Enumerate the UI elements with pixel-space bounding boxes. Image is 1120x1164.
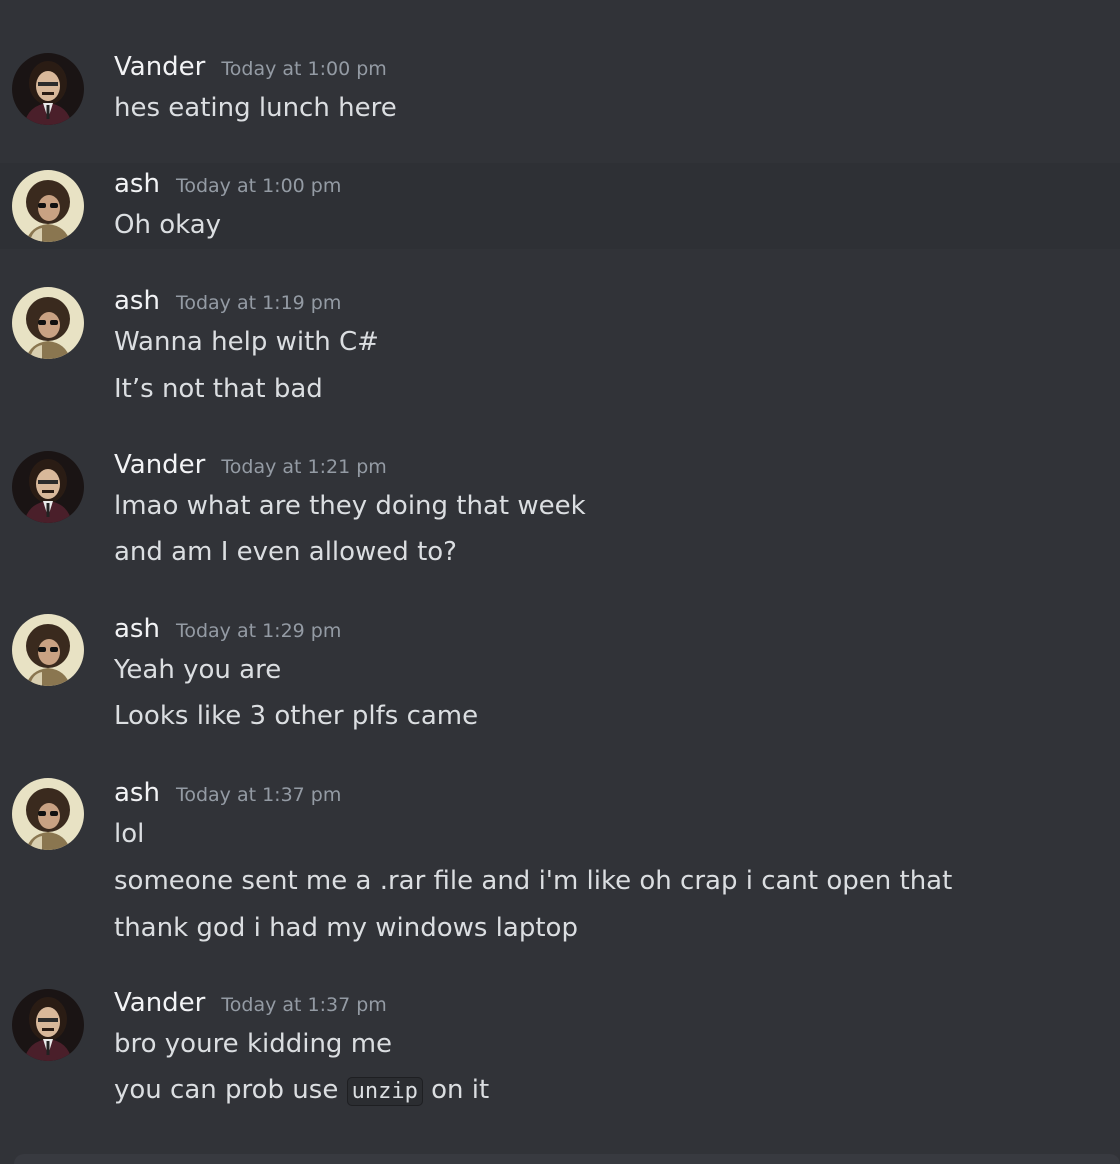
username[interactable]: ash <box>114 614 160 644</box>
chat-message-list[interactable]: Vander Today at 1:00 pm hes eating lunch… <box>0 0 1120 1164</box>
vander-avatar-icon <box>12 989 84 1061</box>
message-text: someone sent me a .rar file and i'm like… <box>114 866 953 896</box>
avatar[interactable] <box>12 451 84 523</box>
username[interactable]: ash <box>114 286 160 316</box>
timestamp: Today at 1:19 pm <box>175 292 342 314</box>
message-text: bro youre kidding me <box>114 1029 393 1059</box>
avatar[interactable] <box>12 614 84 686</box>
message-group: Vander Today at 1:37 pm bro youre kiddin… <box>0 959 1120 1149</box>
inline-code: unzip <box>346 1077 423 1106</box>
message-text: Looks like 3 other plfs came <box>114 701 479 731</box>
message-text: It’s not that bad <box>114 374 323 404</box>
avatar[interactable] <box>12 778 84 850</box>
message-text: lol <box>114 819 145 849</box>
ash-avatar-icon <box>12 778 84 850</box>
avatar[interactable] <box>12 287 84 359</box>
username[interactable]: Vander <box>114 450 205 480</box>
avatar[interactable] <box>12 989 84 1061</box>
timestamp: Today at 1:00 pm <box>221 58 387 80</box>
ash-avatar-icon <box>12 614 84 686</box>
timestamp: Today at 1:21 pm <box>221 456 387 478</box>
timestamp: Today at 1:29 pm <box>175 620 342 642</box>
avatar[interactable] <box>12 53 84 125</box>
avatar[interactable] <box>12 170 84 242</box>
message-text: and am I even allowed to? <box>114 537 457 567</box>
timestamp: Today at 1:00 pm <box>175 175 342 197</box>
ash-avatar-icon <box>12 170 84 242</box>
vander-avatar-icon <box>12 451 84 523</box>
message-text-after-code: on it <box>431 1075 490 1105</box>
ash-avatar-icon <box>12 287 84 359</box>
message-text: Oh okay <box>114 210 222 240</box>
message-group: ash Today at 1:37 pm lol someone sent me… <box>0 747 1120 959</box>
message-text: you can prob use unzip on it <box>114 1073 489 1109</box>
message-group: ash Today at 1:29 pm Yeah you are Looks … <box>0 583 1120 747</box>
message-text: Wanna help with C# <box>114 327 379 357</box>
message-text: hes eating lunch here <box>114 93 397 123</box>
username[interactable]: ash <box>114 778 160 808</box>
message-group: Vander Today at 1:00 pm hes eating lunch… <box>0 0 1120 160</box>
message-text: Yeah you are <box>114 655 282 685</box>
message-group: ash Today at 1:19 pm Wanna help with C# … <box>0 249 1120 419</box>
message-group: Vander Today at 1:21 pm lmao what are th… <box>0 419 1120 583</box>
message-input-bar[interactable] <box>14 1154 1120 1164</box>
vander-avatar-icon <box>12 53 84 125</box>
username[interactable]: ash <box>114 169 160 199</box>
message-text-before-code: you can prob use <box>114 1075 339 1105</box>
username[interactable]: Vander <box>114 988 205 1018</box>
message-text: lmao what are they doing that week <box>114 491 586 521</box>
timestamp: Today at 1:37 pm <box>175 784 342 806</box>
message-group: ash Today at 1:00 pm Oh okay <box>0 163 1120 249</box>
message-text: thank god i had my windows laptop <box>114 913 578 943</box>
timestamp: Today at 1:37 pm <box>221 994 387 1016</box>
username[interactable]: Vander <box>114 52 205 82</box>
